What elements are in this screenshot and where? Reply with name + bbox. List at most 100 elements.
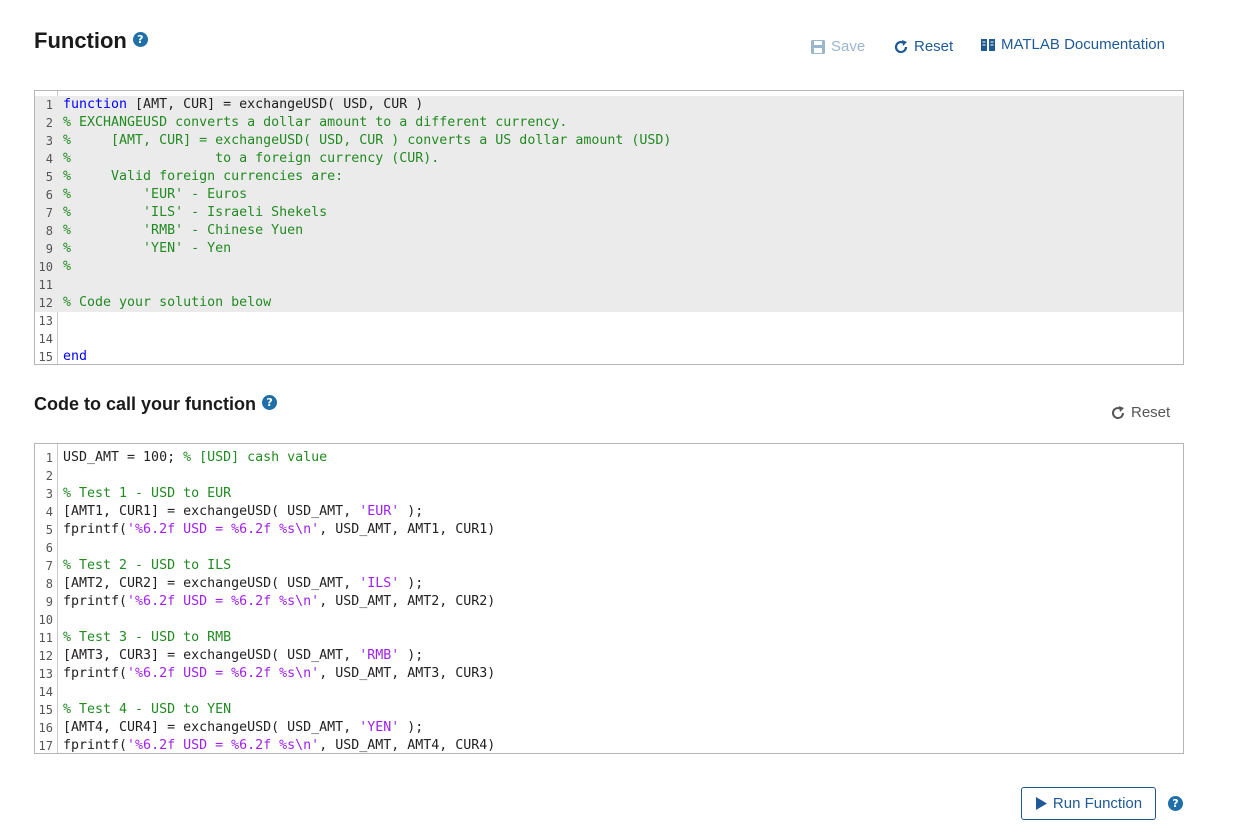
code-line[interactable]: 6 <box>35 539 1183 557</box>
code-line[interactable]: 10% <box>35 258 1183 276</box>
code-line[interactable]: 15 end <box>35 348 1183 364</box>
code-line[interactable]: 14 <box>35 683 1183 701</box>
code-token: [AMT1, CUR1] = exchangeUSD( USD_AMT, <box>63 504 360 519</box>
line-number: 7 <box>45 559 53 573</box>
line-number: 12 <box>38 649 53 663</box>
code-line[interactable]: 4 [AMT1, CUR1] = exchangeUSD( USD_AMT, 'E… <box>35 503 1183 521</box>
line-number: 9 <box>45 595 53 609</box>
line-number: 17 <box>38 739 53 753</box>
documentation-label: MATLAB Documentation <box>1001 36 1165 53</box>
code-token: % 'RMB' - Chinese Yuen <box>63 223 304 238</box>
code-line[interactable]: 15 % Test 4 - USD to YEN <box>35 701 1183 719</box>
code-token: 'ILS' <box>359 576 400 591</box>
line-number: 1 <box>45 98 53 112</box>
code-line[interactable]: 1 USD_AMT = 100; % [USD] cash value <box>35 449 1183 467</box>
code-token: 'EUR' <box>359 504 400 519</box>
code-line[interactable]: 1 function [AMT, CUR] = exchangeUSD( USD,… <box>35 96 1183 114</box>
code-line[interactable]: 3 % Test 1 - USD to EUR <box>35 485 1183 503</box>
code-line[interactable]: 11 % Test 3 - USD to RMB <box>35 629 1183 647</box>
code-token: fprintf( <box>63 522 128 537</box>
line-code: % Test 4 - USD to YEN <box>63 701 231 719</box>
reset-label: Reset <box>914 38 954 55</box>
help-icon[interactable]: ? <box>1168 796 1183 811</box>
code-token: fprintf( <box>63 594 128 609</box>
line-code: [AMT4, CUR4] = exchangeUSD( USD_AMT, 'YE… <box>63 719 423 737</box>
code-token: '%6.2f USD = %6.2f %s\n' <box>127 666 320 681</box>
code-token: ); <box>399 720 424 735</box>
code-line[interactable]: 5 % Valid foreign currencies are: <box>35 168 1183 186</box>
code-line[interactable]: 13 fprintf('%6.2f USD = %6.2f %s\n', USD_… <box>35 665 1183 683</box>
code-token: ); <box>399 648 424 663</box>
line-code: fprintf('%6.2f USD = %6.2f %s\n', USD_AM… <box>63 665 495 683</box>
save-button[interactable]: Save <box>810 38 865 55</box>
code-line[interactable]: 10 <box>35 611 1183 629</box>
line-number: 15 <box>38 350 53 364</box>
line-number: 3 <box>45 134 53 148</box>
code-token: % Test 1 - USD to EUR <box>63 486 232 501</box>
code-line[interactable]: 16 [AMT4, CUR4] = exchangeUSD( USD_AMT, '… <box>35 719 1183 737</box>
code-token: % [AMT, CUR] = exchangeUSD( USD, CUR ) c… <box>63 133 672 148</box>
line-number: 14 <box>38 332 53 346</box>
matlab-documentation-link[interactable]: MATLAB Documentation <box>980 36 1165 53</box>
line-code: fprintf('%6.2f USD = %6.2f %s\n', USD_AM… <box>63 593 495 611</box>
help-icon[interactable]: ? <box>132 31 148 47</box>
line-code: % to a foreign currency (CUR). <box>63 150 439 168</box>
code-line[interactable]: 7 % Test 2 - USD to ILS <box>35 557 1183 575</box>
code-line[interactable]: 17 fprintf('%6.2f USD = %6.2f %s\n', USD_… <box>35 737 1183 753</box>
code-token: % <box>63 259 72 274</box>
code-line[interactable]: 9 % 'YEN' - Yen <box>35 240 1183 258</box>
code-line[interactable]: 8 [AMT2, CUR2] = exchangeUSD( USD_AMT, 'I… <box>35 575 1183 593</box>
function-code-editor[interactable]: 1 function [AMT, CUR] = exchangeUSD( USD,… <box>34 90 1184 365</box>
line-number: 8 <box>45 577 53 591</box>
code-line[interactable]: 5 fprintf('%6.2f USD = %6.2f %s\n', USD_A… <box>35 521 1183 539</box>
code-token: % to a foreign currency (CUR). <box>63 151 440 166</box>
line-number: 16 <box>38 721 53 735</box>
code-token: ); <box>399 576 424 591</box>
code-line[interactable]: 12 [AMT3, CUR3] = exchangeUSD( USD_AMT, '… <box>35 647 1183 665</box>
line-code: USD_AMT = 100; % [USD] cash value <box>63 449 327 467</box>
code-line[interactable]: 9 fprintf('%6.2f USD = %6.2f %s\n', USD_A… <box>35 593 1183 611</box>
code-token: % Test 2 - USD to ILS <box>63 558 232 573</box>
code-line[interactable]: 11 <box>35 276 1183 294</box>
code-token: [AMT4, CUR4] = exchangeUSD( USD_AMT, <box>63 720 360 735</box>
line-number: 12 <box>38 296 53 310</box>
code-line[interactable]: 13 <box>35 312 1183 330</box>
run-function-label: Run Function <box>1052 795 1143 812</box>
call-section-title: Code to call your function? <box>34 394 278 415</box>
code-line[interactable]: 8 % 'RMB' - Chinese Yuen <box>35 222 1183 240</box>
code-token: 'RMB' <box>359 648 400 663</box>
code-token: , USD_AMT, AMT3, CUR3) <box>319 666 496 681</box>
code-token: , USD_AMT, AMT2, CUR2) <box>319 594 496 609</box>
code-line[interactable]: 14 <box>35 330 1183 348</box>
code-token: % Test 3 - USD to RMB <box>63 630 232 645</box>
line-number: 2 <box>45 116 53 130</box>
call-code-editor[interactable]: 1 USD_AMT = 100; % [USD] cash value 2 3 % Te… <box>34 443 1184 754</box>
line-code: end <box>63 348 87 364</box>
line-number: 7 <box>45 206 53 220</box>
reset-function-button[interactable]: Reset <box>893 38 953 55</box>
line-number: 11 <box>38 278 53 292</box>
code-line[interactable]: 3 % [AMT, CUR] = exchangeUSD( USD, CUR ) … <box>35 132 1183 150</box>
code-line[interactable]: 7 % 'ILS' - Israeli Shekels <box>35 204 1183 222</box>
line-number: 4 <box>45 152 53 166</box>
code-token: [AMT2, CUR2] = exchangeUSD( USD_AMT, <box>63 576 360 591</box>
run-function-button[interactable]: Run Function <box>1021 787 1156 820</box>
code-line[interactable]: 2 <box>35 467 1183 485</box>
code-line[interactable]: 4 % to a foreign currency (CUR). <box>35 150 1183 168</box>
line-number: 13 <box>38 667 53 681</box>
line-number: 10 <box>38 613 53 627</box>
code-line[interactable]: 2 % EXCHANGEUSD converts a dollar amount … <box>35 114 1183 132</box>
save-icon <box>811 39 825 54</box>
code-token: USD_AMT = 100; <box>63 450 184 465</box>
code-line[interactable]: 12 % Code your solution below <box>35 294 1183 312</box>
line-code: % Test 1 - USD to EUR <box>63 485 231 503</box>
play-icon <box>1035 797 1047 810</box>
reset-call-button[interactable]: Reset <box>1110 404 1170 421</box>
line-number: 8 <box>45 224 53 238</box>
help-icon[interactable]: ? <box>262 394 278 410</box>
line-number: 13 <box>38 314 53 328</box>
line-code: % <box>63 258 71 276</box>
code-token: % [USD] cash value <box>183 450 328 465</box>
code-token: % 'ILS' - Israeli Shekels <box>63 205 328 220</box>
code-line[interactable]: 6 % 'EUR' - Euros <box>35 186 1183 204</box>
